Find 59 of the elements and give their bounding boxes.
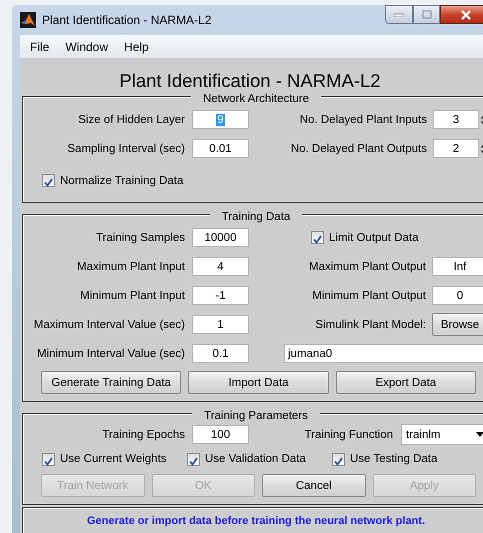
field-label: Minimum Interval Value (sec) [36, 348, 185, 360]
input-field[interactable]: 0.01 [192, 139, 249, 158]
input-field[interactable]: 3 [433, 110, 479, 129]
action-button[interactable]: Export Data [336, 371, 476, 394]
field-label: Size of Hidden Layer [77, 114, 185, 126]
input-field[interactable]: 0.1 [192, 344, 249, 363]
checkbox[interactable] [187, 452, 200, 466]
dropdown[interactable]: trainlm [401, 424, 483, 445]
checkbox[interactable] [311, 231, 324, 244]
action-button[interactable]: Cancel [262, 474, 366, 497]
field-label: Training Function [304, 428, 393, 440]
input-field[interactable]: 4 [192, 257, 249, 276]
menu-item[interactable]: Window [57, 40, 116, 54]
field-label: Training Samples [94, 232, 185, 244]
checkbox-label: Limit Output Data [329, 232, 418, 244]
checkbox-label: Use Validation Data [205, 453, 306, 465]
field-label: Sampling Interval (sec) [66, 142, 185, 154]
status-message: Generate or import data before training the neural network plant. [87, 515, 425, 527]
input-field[interactable]: 2 [433, 139, 479, 158]
field-label: No. Delayed Plant Inputs [300, 114, 427, 126]
input-field[interactable]: 1 [192, 315, 249, 334]
app-icon [20, 12, 36, 28]
action-button[interactable]: Import Data [188, 371, 329, 394]
close-icon [460, 10, 472, 20]
dialog-heading: Plant Identification - NARMA-L2 [118, 69, 382, 93]
menu-item[interactable]: Help [116, 40, 157, 54]
checkbox[interactable] [42, 174, 55, 187]
close-button[interactable] [440, 5, 483, 24]
checkbox[interactable] [332, 452, 345, 466]
maximize-icon [422, 10, 432, 19]
input-field[interactable]: jumana0 [284, 344, 483, 363]
menu-item[interactable]: File [22, 40, 58, 54]
maximize-button[interactable] [413, 5, 440, 24]
field-label: Maximum Plant Output [309, 260, 426, 272]
minimize-button[interactable] [385, 5, 413, 24]
window-title: Plant Identification - NARMA-L2 [42, 13, 212, 27]
panel-title: Training Parameters [192, 410, 320, 422]
input-field[interactable]: 10000 [192, 228, 249, 247]
field-label: Maximum Interval Value (sec) [32, 318, 185, 330]
field-label: Maximum Plant Input [76, 260, 185, 272]
minimize-icon [394, 12, 404, 16]
caret-icon [476, 432, 483, 437]
panel-title: Training Data [210, 211, 302, 223]
input-field[interactable]: 0 [432, 286, 483, 305]
checkbox-label: Use Testing Data [350, 453, 438, 465]
field-label: Simulink Plant Model: [315, 318, 426, 330]
input-field[interactable]: -1 [192, 286, 249, 305]
field-label: Minimum Plant Input [79, 290, 185, 302]
panel-title: Network Architecture [190, 93, 322, 105]
field-label: No. Delayed Plant Outputs [290, 142, 427, 154]
input-field[interactable]: Inf [432, 257, 483, 276]
field-label: Minimum Plant Output [312, 290, 426, 302]
input-field[interactable]: 100 [192, 425, 249, 444]
field-label: Training Epochs [101, 428, 185, 440]
browse-button[interactable]: Browse [432, 313, 483, 336]
checkbox[interactable] [42, 452, 55, 466]
checkbox-label: Normalize Training Data [60, 174, 184, 186]
action-button[interactable]: Generate Training Data [41, 371, 182, 394]
checkbox-label: Use Current Weights [60, 453, 167, 465]
